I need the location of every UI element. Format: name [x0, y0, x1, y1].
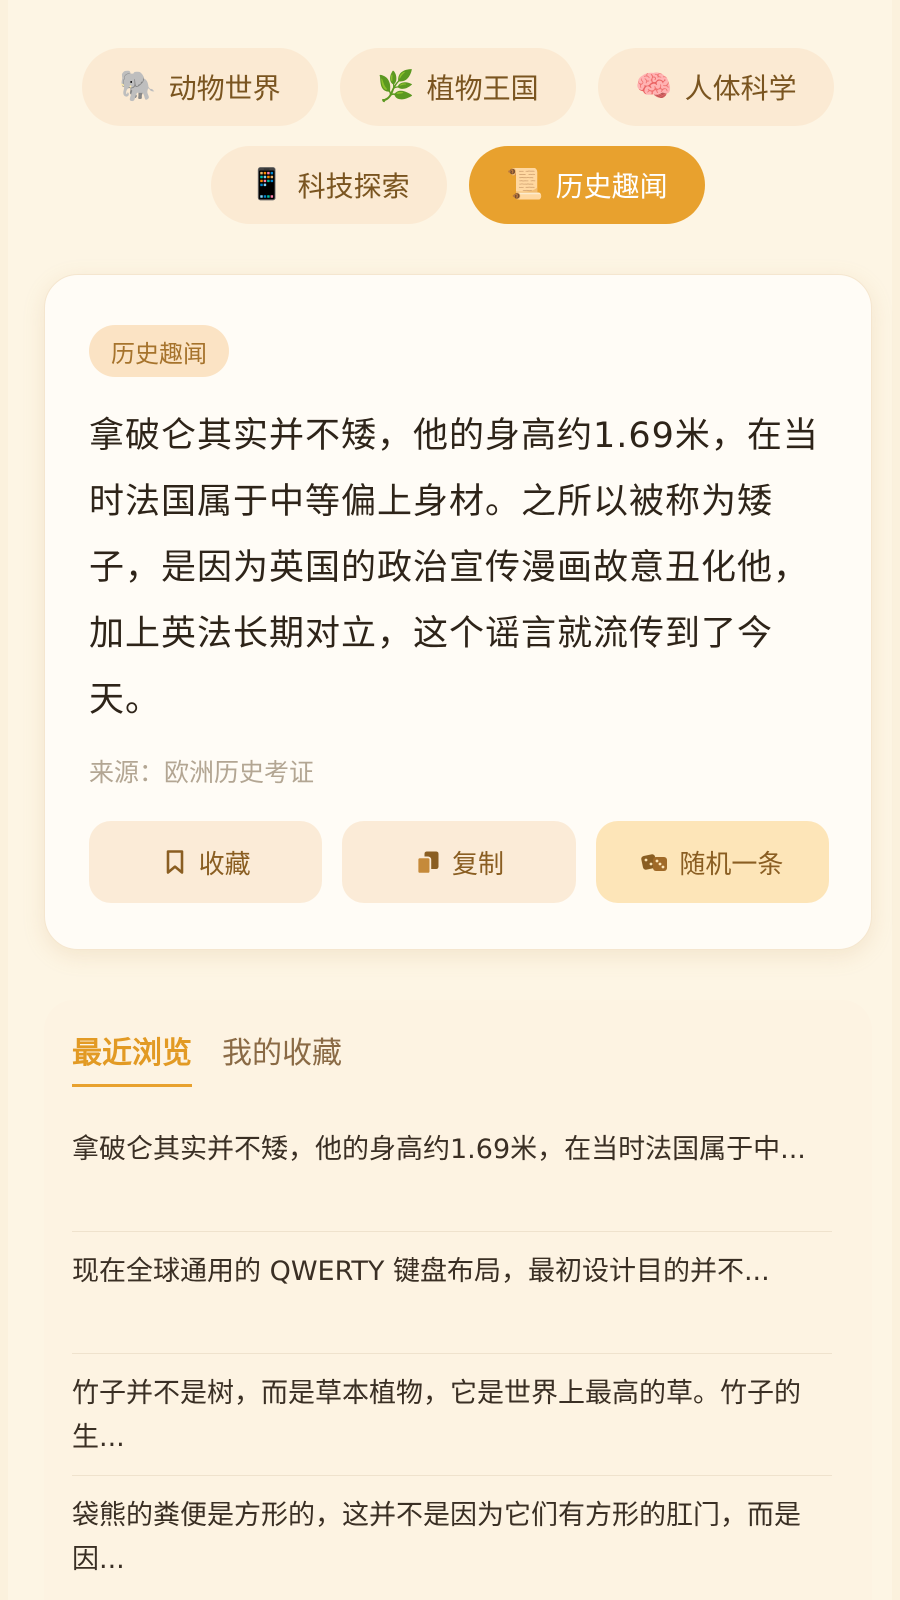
elephant-icon: 🐘: [119, 69, 157, 104]
fact-actions: 收藏 复制 随机一条: [89, 821, 829, 903]
app-page: 🐘 动物世界 🌿 植物王国 🧠 人体科学 📱 科技探索 📜 历史趣闻 历史趣闻 …: [0, 0, 900, 1600]
panel-tabs: 最近浏览 我的收藏: [72, 1028, 342, 1087]
fact-card: 历史趣闻 拿破仑其实并不矮，他的身高约1.69米，在当时法国属于中等偏上身材。之…: [44, 274, 872, 950]
chip-technology[interactable]: 📱 科技探索: [211, 146, 447, 224]
chip-label: 历史趣闻: [555, 170, 668, 203]
list-item[interactable]: 袋熊的粪便是方形的，这并不是因为它们有方形的肛门，而是因...: [72, 1476, 832, 1598]
chip-history[interactable]: 📜 历史趣闻: [469, 146, 705, 224]
bookmark-icon: [166, 850, 183, 874]
chip-animals[interactable]: 🐘 动物世界: [82, 48, 318, 126]
scroll-icon: 📜: [506, 167, 544, 202]
random-button[interactable]: 随机一条: [595, 821, 829, 903]
fact-source: 来源：欧洲历史考证: [89, 758, 315, 787]
chip-label: 人体科学: [684, 72, 797, 105]
category-tag: 历史趣闻: [89, 325, 229, 377]
fact-text: 拿破仑其实并不矮，他的身高约1.69米，在当时法国属于中等偏上身材。之所以被称为…: [89, 416, 819, 720]
chip-plants[interactable]: 🌿 植物王国: [340, 48, 576, 126]
favorite-label: 收藏: [198, 849, 251, 880]
chip-label: 动物世界: [168, 72, 281, 105]
list-item[interactable]: 竹子并不是树，而是草本植物，它是世界上最高的草。竹子的生...: [72, 1354, 832, 1476]
chip-label: 科技探索: [297, 170, 410, 203]
copy-icon: [416, 851, 439, 875]
list-item[interactable]: 拿破仑其实并不矮，他的身高约1.69米，在当时法国属于中...: [72, 1110, 832, 1232]
tab-favorites[interactable]: 我的收藏: [222, 1028, 342, 1087]
favorite-button[interactable]: 收藏: [89, 821, 323, 903]
chip-human-science[interactable]: 🧠 人体科学: [598, 48, 834, 126]
tab-recent[interactable]: 最近浏览: [72, 1028, 192, 1087]
dice-icon: [641, 854, 668, 871]
herb-icon: 🌿: [377, 69, 415, 104]
random-label: 随机一条: [679, 849, 784, 880]
history-list: 拿破仑其实并不矮，他的身高约1.69米，在当时法国属于中... 现在全球通用的 …: [72, 1110, 832, 1598]
copy-button[interactable]: 复制: [342, 821, 576, 903]
phone-icon: 📱: [248, 167, 286, 202]
copy-label: 复制: [451, 849, 504, 880]
history-panel: 最近浏览 我的收藏 拿破仑其实并不矮，他的身高约1.69米，在当时法国属于中..…: [44, 1000, 872, 1600]
list-item[interactable]: 现在全球通用的 QWERTY 键盘布局，最初设计目的并不...: [72, 1232, 832, 1354]
category-chips: 🐘 动物世界 🌿 植物王国 🧠 人体科学 📱 科技探索 📜 历史趣闻: [8, 48, 900, 224]
chip-label: 植物王国: [426, 72, 539, 105]
brain-icon: 🧠: [635, 69, 673, 104]
